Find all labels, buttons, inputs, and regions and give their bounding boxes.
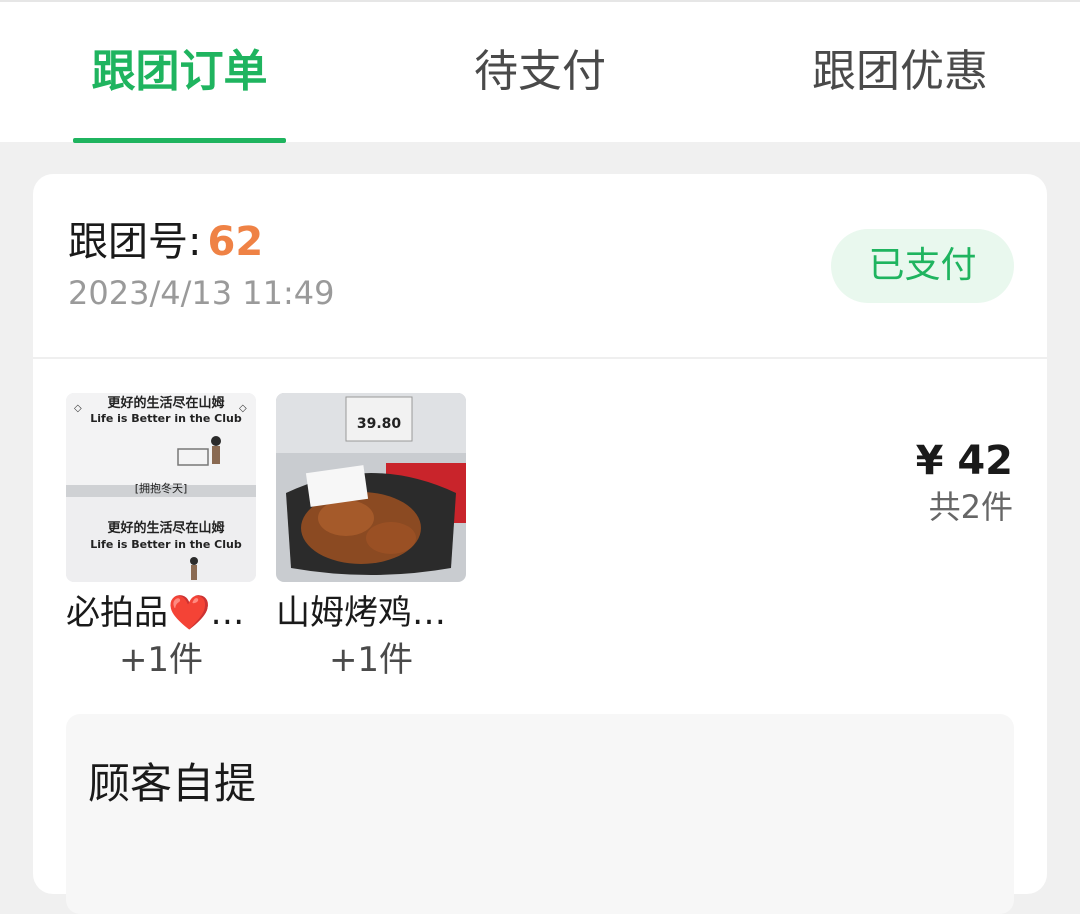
image-caption: Life is Better in the Club [90,538,242,551]
price-tag-text: 39.80 [357,416,402,432]
svg-text:◇: ◇ [74,403,82,414]
tab-group-discounts[interactable]: 跟团优惠 [790,42,1010,102]
product-image-sams-club-photo: 更好的生活尽在山姆 Life is Better in the Club [拥抱… [66,393,256,582]
image-caption: [拥抱冬天] [135,481,188,495]
order-card[interactable]: 跟团号: 62 2023/4/13 11:49 已支付 更好的生活尽在山姆 Lif… [33,174,1047,914]
product-name: 山姆烤鸡… [276,593,446,633]
order-number: 62 [207,219,264,265]
image-caption: Life is Better in the Club [90,412,242,425]
image-caption: 更好的生活尽在山姆 [107,395,224,411]
divider [33,357,1047,359]
product-name: 必拍品❤️… [66,593,245,633]
order-number-label: 跟团号: [68,219,202,265]
tab-group-orders[interactable]: 跟团订单 [73,42,286,102]
product-item[interactable]: 更好的生活尽在山姆 Life is Better in the Club [拥抱… [66,393,256,684]
order-time: 2023/4/13 11:49 [68,274,335,312]
svg-text:◇: ◇ [239,403,247,414]
product-image-roast-chicken: 39.80 [276,393,466,582]
tab-bar: 跟团订单 待支付 跟团优惠 [0,0,1080,143]
order-total-price: ¥ 42 [915,438,1013,484]
status-badge: 已支付 [831,229,1014,303]
tab-pending-payment[interactable]: 待支付 [440,42,640,102]
pickup-title: 顾客自提 [88,759,257,808]
order-item-count: 共2件 [928,488,1013,526]
image-caption: 更好的生活尽在山姆 [107,520,224,536]
product-quantity: +1件 [328,640,414,680]
product-quantity: +1件 [118,640,204,680]
product-item[interactable]: 39.80 山姆烤鸡… +1件 [276,393,466,684]
order-number-row: 跟团号: 62 [68,216,263,268]
active-tab-indicator [73,138,286,143]
pickup-section: 顾客自提 [66,714,1014,914]
